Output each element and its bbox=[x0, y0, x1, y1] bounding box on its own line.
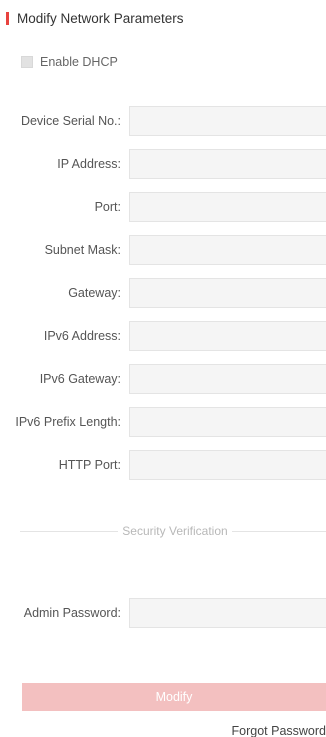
device-serial-label: Device Serial No.: bbox=[20, 114, 121, 128]
security-verification-heading: Security Verification bbox=[122, 524, 228, 538]
panel-header: Modify Network Parameters bbox=[6, 10, 184, 26]
ipv6-prefix-length-row: IPv6 Prefix Length: bbox=[0, 407, 326, 437]
forgot-password-link[interactable]: Forgot Password bbox=[232, 724, 326, 737]
ipv6-gateway-label: IPv6 Gateway: bbox=[39, 372, 121, 386]
modify-button[interactable]: Modify bbox=[22, 683, 326, 711]
title-accent-bar bbox=[6, 11, 9, 25]
modify-network-panel: Modify Network Parameters Enable DHCP De… bbox=[0, 0, 326, 737]
ipv6-prefix-length-label: IPv6 Prefix Length: bbox=[15, 415, 121, 429]
security-verification-divider: Security Verification bbox=[20, 523, 326, 539]
ipv6-gateway-input[interactable] bbox=[129, 364, 326, 394]
admin-password-input[interactable] bbox=[129, 598, 326, 628]
port-input[interactable] bbox=[129, 192, 326, 222]
http-port-input[interactable] bbox=[129, 450, 326, 480]
ipv6-gateway-row: IPv6 Gateway: bbox=[0, 364, 326, 394]
http-port-row: HTTP Port: bbox=[0, 450, 326, 480]
page-title: Modify Network Parameters bbox=[17, 10, 184, 26]
enable-dhcp-label[interactable]: Enable DHCP bbox=[40, 55, 118, 69]
ip-address-input[interactable] bbox=[129, 149, 326, 179]
ipv6-address-label: IPv6 Address: bbox=[43, 329, 121, 343]
divider-line-left bbox=[20, 531, 118, 532]
ip-address-row: IP Address: bbox=[0, 149, 326, 179]
gateway-label: Gateway: bbox=[68, 286, 121, 300]
http-port-label: HTTP Port: bbox=[58, 458, 121, 472]
subnet-mask-row: Subnet Mask: bbox=[0, 235, 326, 265]
ipv6-address-row: IPv6 Address: bbox=[0, 321, 326, 351]
enable-dhcp-checkbox[interactable] bbox=[21, 56, 33, 68]
divider-line-right bbox=[232, 531, 326, 532]
dhcp-option[interactable]: Enable DHCP bbox=[21, 55, 118, 69]
ipv6-prefix-length-input[interactable] bbox=[129, 407, 326, 437]
subnet-mask-input[interactable] bbox=[129, 235, 326, 265]
device-serial-row: Device Serial No.: bbox=[0, 106, 326, 136]
admin-password-row: Admin Password: bbox=[0, 598, 326, 628]
admin-password-label: Admin Password: bbox=[23, 606, 121, 620]
port-label: Port: bbox=[94, 200, 121, 214]
port-row: Port: bbox=[0, 192, 326, 222]
device-serial-input[interactable] bbox=[129, 106, 326, 136]
ip-address-label: IP Address: bbox=[57, 157, 121, 171]
ipv6-address-input[interactable] bbox=[129, 321, 326, 351]
subnet-mask-label: Subnet Mask: bbox=[44, 243, 121, 257]
gateway-input[interactable] bbox=[129, 278, 326, 308]
gateway-row: Gateway: bbox=[0, 278, 326, 308]
